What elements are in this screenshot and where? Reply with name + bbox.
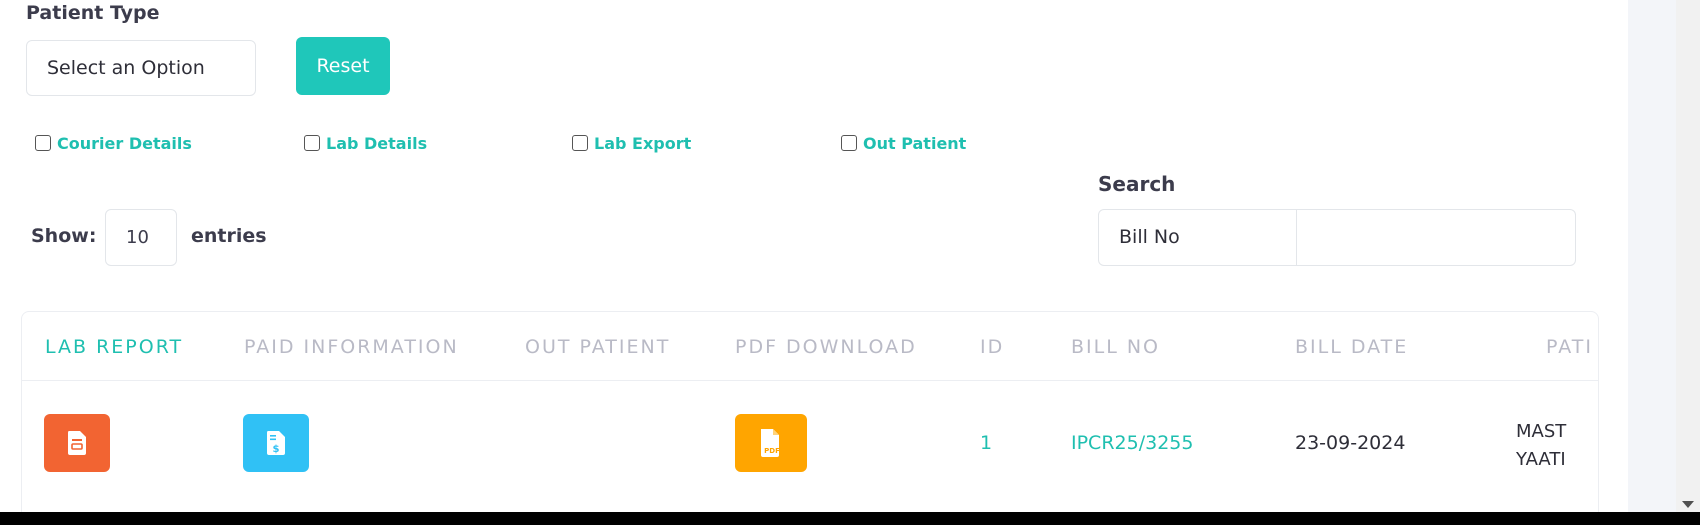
reset-button[interactable]: Reset bbox=[296, 37, 390, 95]
lab-report-button[interactable] bbox=[44, 414, 110, 472]
cell-id[interactable]: 1 bbox=[980, 432, 992, 454]
pdf-download-button[interactable]: PDF bbox=[735, 414, 807, 472]
checkbox-label: Out Patient bbox=[863, 133, 967, 153]
header-bill-date[interactable]: BILL DATE bbox=[1295, 336, 1408, 358]
search-label: Search bbox=[1098, 172, 1176, 196]
patient-name-line1: MAST bbox=[1516, 421, 1567, 442]
cell-bill-no[interactable]: IPCR25/3255 bbox=[1071, 432, 1193, 454]
header-bill-no[interactable]: BILL NO bbox=[1071, 336, 1160, 358]
show-label: Show: bbox=[31, 225, 97, 247]
pdf-label: PDF bbox=[764, 447, 780, 455]
entries-per-page-input[interactable]: 10 bbox=[105, 209, 177, 266]
header-id[interactable]: ID bbox=[980, 336, 1004, 358]
checkbox-label: Courier Details bbox=[57, 133, 192, 153]
scroll-down-arrow-icon[interactable] bbox=[1682, 501, 1694, 508]
data-table: LAB REPORT PAID INFORMATION OUT PATIENT … bbox=[21, 311, 1599, 512]
cell-patient: MAST YAATI bbox=[1516, 418, 1566, 474]
invoice-dollar-icon: $ bbox=[267, 431, 285, 455]
header-pdf-download[interactable]: PDF DOWNLOAD bbox=[735, 336, 917, 358]
checkbox-box[interactable] bbox=[841, 135, 857, 151]
header-lab-report[interactable]: LAB REPORT bbox=[45, 336, 183, 358]
vertical-scrollbar[interactable] bbox=[1676, 0, 1700, 512]
patient-type-label: Patient Type bbox=[26, 2, 160, 24]
document-icon bbox=[68, 431, 86, 455]
paid-information-button[interactable]: $ bbox=[243, 414, 309, 472]
checkbox-label: Lab Details bbox=[326, 133, 428, 153]
header-patient[interactable]: PATI bbox=[1546, 336, 1593, 358]
cell-bill-date: 23-09-2024 bbox=[1295, 432, 1406, 454]
header-paid-information[interactable]: PAID INFORMATION bbox=[244, 336, 459, 358]
checkbox-box[interactable] bbox=[304, 135, 320, 151]
checkbox-courier-details[interactable]: Courier Details bbox=[35, 133, 192, 153]
checkbox-box[interactable] bbox=[572, 135, 588, 151]
checkbox-lab-details[interactable]: Lab Details bbox=[304, 133, 427, 153]
header-divider bbox=[22, 380, 1598, 381]
patient-name-line2: YAATI bbox=[1516, 449, 1566, 470]
search-input[interactable] bbox=[1297, 209, 1576, 266]
svg-text:$: $ bbox=[273, 444, 280, 455]
pdf-file-icon: PDF bbox=[761, 429, 780, 457]
search-field-select[interactable]: Bill No bbox=[1098, 209, 1297, 266]
checkbox-box[interactable] bbox=[35, 135, 51, 151]
checkbox-out-patient[interactable]: Out Patient bbox=[841, 133, 966, 153]
bottom-bar bbox=[0, 512, 1700, 525]
page-content: Patient Type Select an Option Reset Cour… bbox=[0, 0, 1628, 512]
right-gutter bbox=[1628, 0, 1676, 512]
header-out-patient[interactable]: OUT PATIENT bbox=[525, 336, 670, 358]
checkbox-label: Lab Export bbox=[594, 133, 692, 153]
checkbox-lab-export[interactable]: Lab Export bbox=[572, 133, 691, 153]
entries-label: entries bbox=[191, 225, 267, 247]
patient-type-select[interactable]: Select an Option bbox=[26, 40, 256, 96]
